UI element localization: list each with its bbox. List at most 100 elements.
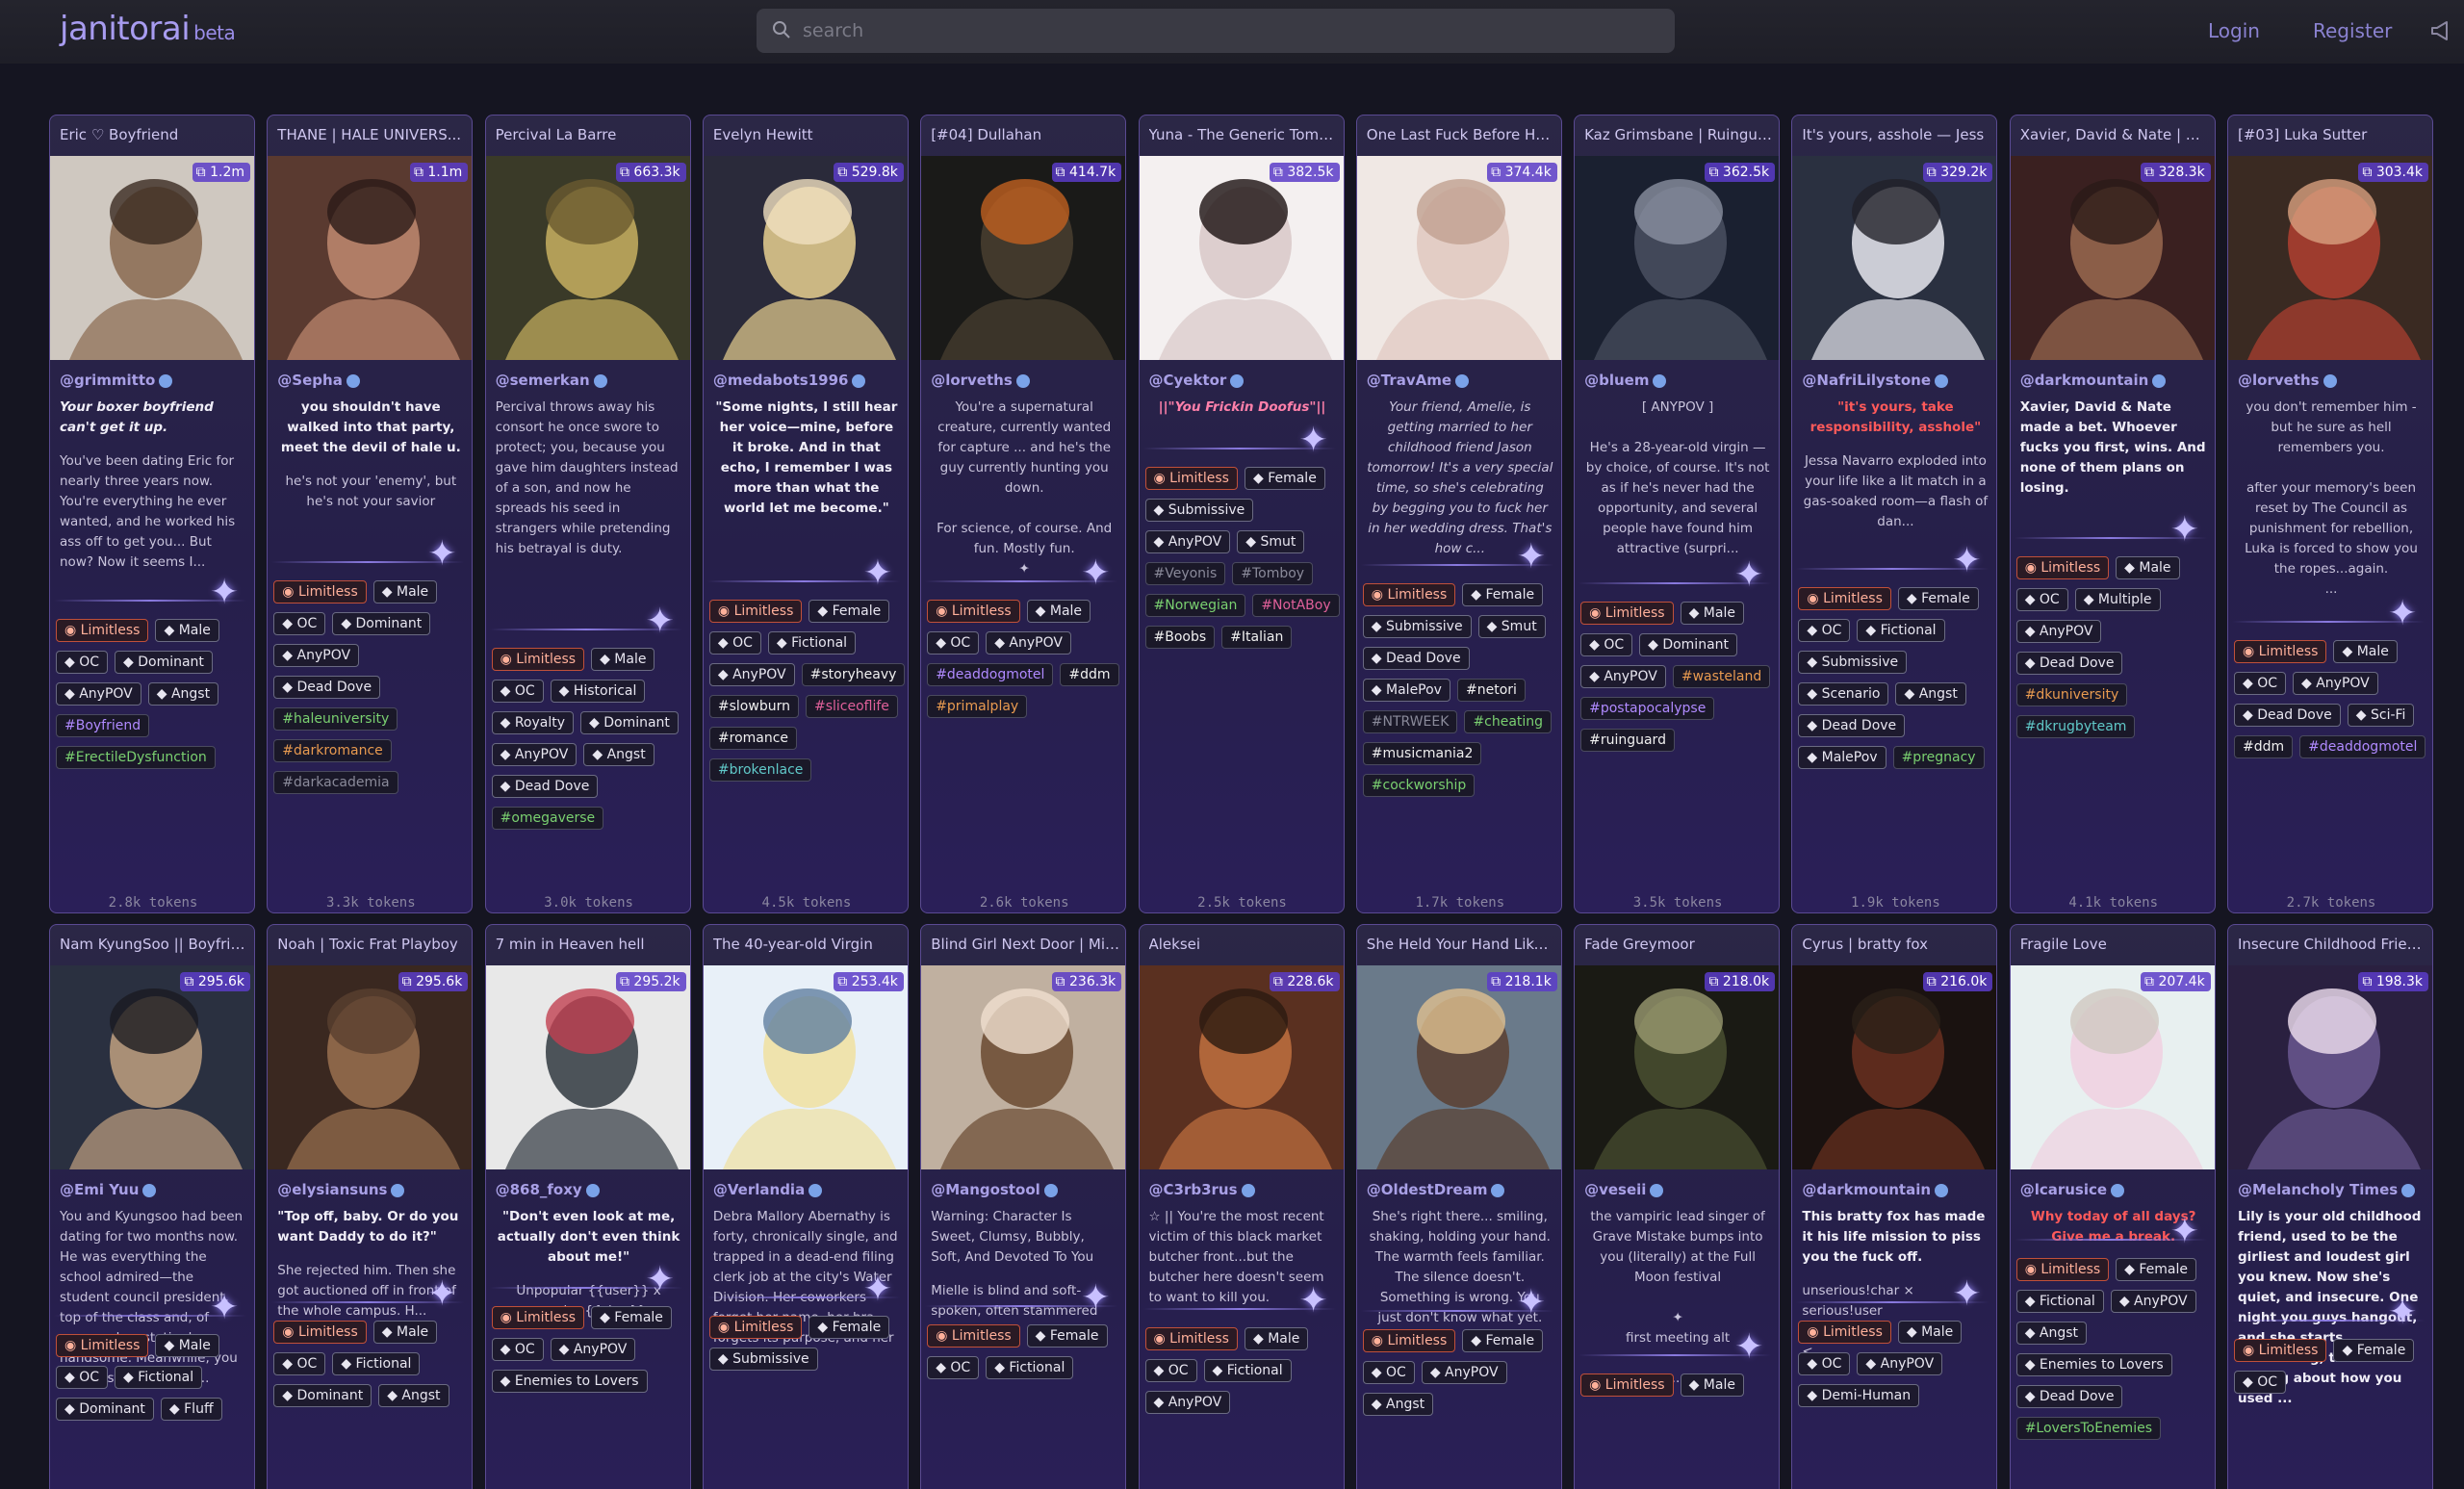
tag[interactable]: ◆ Dead Dove bbox=[273, 676, 381, 699]
character-card[interactable]: One Last Fuck Before Her... ⧉ 374.4k @Tra… bbox=[1355, 115, 1562, 913]
card-author[interactable]: @TravAme bbox=[1367, 372, 1470, 389]
tag[interactable]: ◉ Limitless bbox=[1144, 1327, 1238, 1350]
character-card[interactable]: Blind Girl Next Door | Miel... ⧉ 236.3k @… bbox=[920, 924, 1127, 1489]
tag[interactable]: ◉ Limitless bbox=[927, 600, 1020, 623]
tag[interactable]: #ddm bbox=[2234, 735, 2294, 758]
tag[interactable]: ◆ Female bbox=[808, 600, 890, 623]
tag[interactable]: ◉ Limitless bbox=[491, 1306, 585, 1329]
tag[interactable]: ◆ Female bbox=[2333, 1339, 2415, 1362]
tag[interactable]: ◆ AnyPOV bbox=[2293, 672, 2378, 695]
tag[interactable]: ◉ Limitless bbox=[273, 1321, 367, 1344]
tag[interactable]: #musicmania2 bbox=[1362, 742, 1482, 765]
tag[interactable]: ◉ Limitless bbox=[491, 648, 585, 671]
tag[interactable]: ◆ Male bbox=[1026, 600, 1091, 623]
tag[interactable]: #ddm bbox=[1060, 663, 1119, 686]
tag[interactable]: ◆ Dead Dove bbox=[2015, 652, 2123, 675]
tag[interactable]: #pregnacy bbox=[1892, 746, 1985, 769]
tag[interactable]: ◆ Submissive bbox=[1362, 615, 1472, 638]
search-input[interactable] bbox=[803, 9, 1650, 53]
tag[interactable]: #Boyfriend bbox=[56, 714, 150, 737]
tag[interactable]: ◆ Fictional bbox=[115, 1366, 203, 1389]
tag[interactable]: ◆ OC bbox=[491, 1338, 544, 1361]
tag[interactable]: #NotABoy bbox=[1252, 594, 1340, 617]
tag[interactable]: ◆ Submissive bbox=[1144, 499, 1254, 522]
tag[interactable]: ◆ AnyPOV bbox=[1580, 665, 1666, 688]
tag[interactable]: #cheating bbox=[1464, 710, 1553, 733]
tag[interactable]: #ruinguard bbox=[1580, 729, 1675, 752]
tag[interactable]: #deaddogmotel bbox=[2299, 735, 2426, 758]
tag[interactable]: ◉ Limitless bbox=[1362, 583, 1456, 606]
tag[interactable]: ◆ AnyPOV bbox=[708, 663, 795, 686]
card-author[interactable]: @lorveths bbox=[931, 372, 1030, 389]
tag[interactable]: #haleuniversity bbox=[273, 707, 398, 731]
tag[interactable]: ◆ OC bbox=[1144, 1359, 1197, 1382]
tag[interactable]: ◉ Limitless bbox=[708, 600, 803, 623]
tag[interactable]: ◆ Fictional bbox=[1203, 1359, 1292, 1382]
tag[interactable]: ◆ OC bbox=[1798, 1352, 1851, 1375]
character-card[interactable]: Nam KyungSoo || Boyfrie... ⧉ 295.6k @Emi … bbox=[49, 924, 255, 1489]
card-author[interactable]: @semerkan bbox=[496, 372, 607, 389]
tag[interactable]: ◆ OC bbox=[1362, 1361, 1415, 1384]
character-card[interactable]: Yuna - The Generic Tomb... ⧉ 382.5k @Cyek… bbox=[1138, 115, 1345, 913]
tag[interactable]: ◆ Angst bbox=[583, 743, 654, 766]
tag[interactable]: ◆ Scenario bbox=[1798, 682, 1889, 706]
tag[interactable]: ◉ Limitless bbox=[2015, 1258, 2110, 1281]
character-card[interactable]: She Held Your Hand Like ... ⧉ 218.1k @Old… bbox=[1355, 924, 1562, 1489]
tag[interactable]: ◆ Fictional bbox=[767, 631, 857, 655]
tag[interactable]: #darkromance bbox=[273, 739, 392, 762]
tag[interactable]: #storyheavy bbox=[801, 663, 906, 686]
tag[interactable]: #brokenlace bbox=[708, 758, 812, 782]
tag[interactable]: ◆ AnyPOV bbox=[273, 644, 360, 667]
tag[interactable]: ◆ Male bbox=[372, 580, 438, 603]
character-card[interactable]: Kaz Grimsbane | Ruingua... ⧉ 362.5k @blue… bbox=[1574, 115, 1781, 913]
tag[interactable]: ◆ Female bbox=[1462, 583, 1544, 606]
tag[interactable]: ◆ Dead Dove bbox=[1362, 647, 1470, 670]
tag[interactable]: ◆ Dominant bbox=[115, 651, 213, 674]
tag[interactable]: ◆ Dominant bbox=[273, 1384, 372, 1407]
tag[interactable]: ◆ Dominant bbox=[332, 612, 431, 635]
tag[interactable]: ◆ Royalty bbox=[491, 711, 575, 734]
search-bar[interactable] bbox=[757, 9, 1675, 53]
tag[interactable]: ◆ OC bbox=[927, 1356, 980, 1379]
tag[interactable]: ◆ Historical bbox=[550, 680, 646, 703]
tag[interactable]: ◆ Male bbox=[591, 648, 655, 671]
tag[interactable]: ◆ AnyPOV bbox=[1144, 1391, 1231, 1414]
tag[interactable]: ◉ Limitless bbox=[1144, 467, 1238, 490]
tag[interactable]: ◆ Angst bbox=[2015, 1322, 2088, 1345]
register-link[interactable]: Register bbox=[2313, 19, 2392, 42]
tag[interactable]: ◆ Submissive bbox=[708, 1348, 818, 1371]
tag[interactable]: ◆ AnyPOV bbox=[1144, 530, 1231, 553]
tag[interactable]: ◆ Male bbox=[155, 1334, 219, 1357]
tag[interactable]: ◆ Male bbox=[372, 1321, 438, 1344]
card-author[interactable]: @868_foxy bbox=[496, 1181, 600, 1198]
character-card[interactable]: THANE | HALE UNIVERS... ⧉ 1.1m @Sepha you … bbox=[267, 115, 474, 913]
tag[interactable]: ◉ Limitless bbox=[2234, 1339, 2327, 1362]
tag[interactable]: #dkuniversity bbox=[2015, 683, 2128, 706]
card-author[interactable]: @C3rb3rus bbox=[1149, 1181, 1255, 1198]
tag[interactable]: ◆ Multiple bbox=[2074, 588, 2161, 611]
tag[interactable]: ◆ AnyPOV bbox=[1421, 1361, 1507, 1384]
tag[interactable]: ◆ Submissive bbox=[1798, 651, 1908, 674]
tag[interactable]: ◆ OC bbox=[2234, 672, 2287, 695]
tag[interactable]: ◆ Angst bbox=[147, 682, 219, 706]
card-author[interactable]: @NafriLilystone bbox=[1802, 372, 1949, 389]
tag[interactable]: ◆ Female bbox=[591, 1306, 672, 1329]
tag[interactable]: #deaddogmotel bbox=[927, 663, 1054, 686]
character-card[interactable]: [#03] Luka Sutter ⧉ 303.4k @lorveths you d… bbox=[2227, 115, 2433, 913]
tag[interactable]: ◉ Limitless bbox=[927, 1324, 1020, 1348]
tag[interactable]: ◆ Dead Dove bbox=[2015, 1385, 2123, 1408]
tag[interactable]: #Tomboy bbox=[1232, 562, 1314, 585]
character-card[interactable]: 7 min in Heaven hell ⧉ 295.2k @868_foxy "D… bbox=[484, 924, 691, 1489]
tag[interactable]: ◆ OC bbox=[491, 680, 544, 703]
tag[interactable]: ◆ OC bbox=[273, 612, 326, 635]
tag[interactable]: ◆ Dead Dove bbox=[2234, 704, 2341, 727]
tag[interactable]: ◆ AnyPOV bbox=[2110, 1290, 2196, 1313]
tag[interactable]: ◆ AnyPOV bbox=[491, 743, 578, 766]
tag[interactable]: ◆ OC bbox=[56, 651, 109, 674]
card-author[interactable]: @darkmountain bbox=[2020, 372, 2167, 389]
card-author[interactable]: @OldestDream bbox=[1367, 1181, 1505, 1198]
tag[interactable]: ◆ AnyPOV bbox=[2015, 620, 2102, 643]
tag[interactable]: ◆ AnyPOV bbox=[550, 1338, 636, 1361]
character-card[interactable]: Eric ♡ Boyfriend ⧉ 1.2m @grimmitto Your bo… bbox=[49, 115, 255, 913]
tag[interactable]: ◆ Smut bbox=[1477, 615, 1546, 638]
